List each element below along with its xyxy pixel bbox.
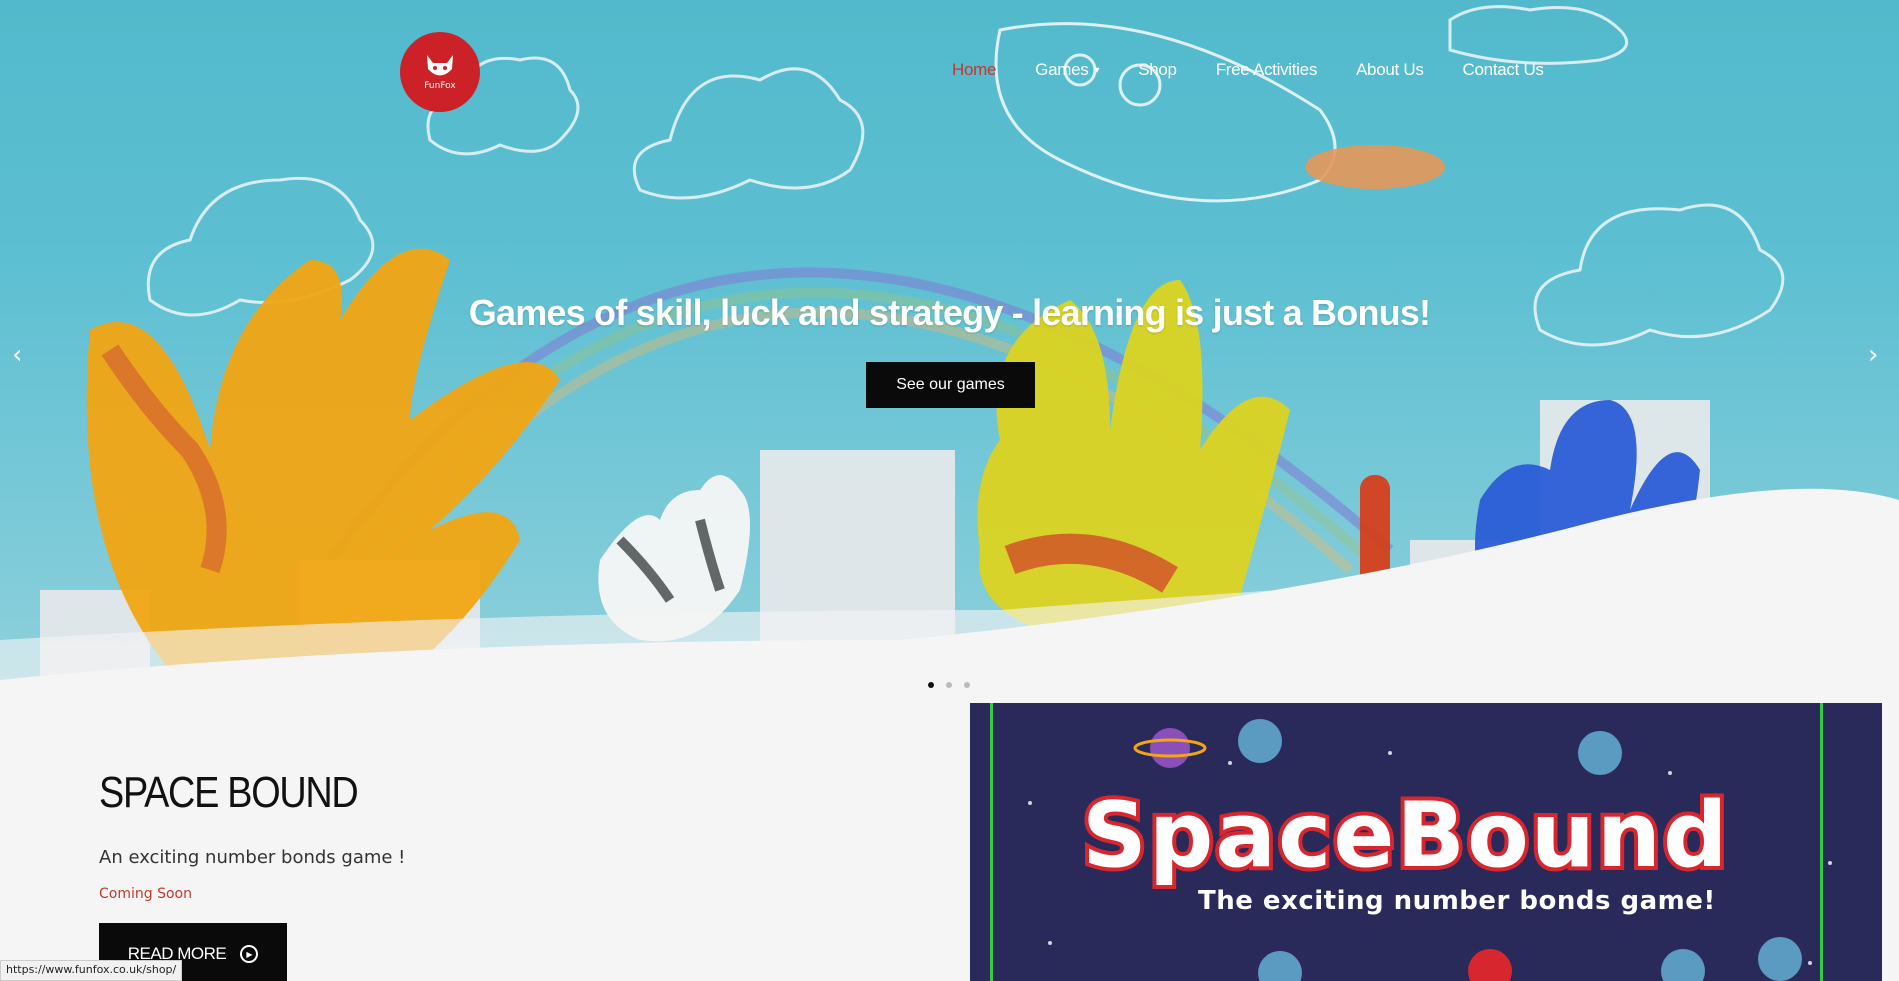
see-games-button[interactable]: See our games [866, 362, 1035, 408]
nav-shop[interactable]: Shop [1138, 60, 1177, 80]
page: FunFox Home Games ▾ Shop Free Activities … [0, 0, 1899, 981]
hero-headline: Games of skill, luck and strategy - lear… [468, 292, 1431, 333]
slider-dot[interactable] [964, 682, 970, 688]
chevron-left-icon[interactable]: ‹ [12, 340, 22, 370]
funfox-logo[interactable]: FunFox [400, 32, 480, 112]
slider-dot[interactable] [928, 682, 934, 688]
hero-slider: FunFox Home Games ▾ Shop Free Activities … [0, 0, 1899, 690]
nav-home[interactable]: Home [952, 60, 996, 80]
hero-illustration [0, 5, 1899, 690]
nav-games-label: Games [1035, 60, 1089, 79]
feature-title: SPACE BOUND [99, 768, 359, 817]
chevron-right-icon[interactable]: › [1868, 340, 1878, 370]
spacebound-logo-text: SpaceBound [1078, 779, 1731, 892]
fox-icon [427, 55, 453, 76]
slider-dots [928, 682, 970, 688]
feature-status: Coming Soon [99, 886, 192, 902]
status-bar-url: https://www.funfox.co.uk/shop/ [0, 960, 183, 981]
spacebound-tagline: The exciting number bonds game! [1198, 886, 1716, 916]
nav-contact-us[interactable]: Contact Us [1463, 60, 1544, 80]
logo-text: FunFox [424, 81, 456, 91]
nav-about-us[interactable]: About Us [1356, 60, 1424, 80]
play-icon: ▶ [240, 945, 259, 963]
nav-games[interactable]: Games ▾ [1035, 60, 1099, 80]
feature-description: An exciting number bonds game ! [99, 847, 406, 868]
spacebound-product-image[interactable]: SpaceBound The exciting number bonds gam… [970, 703, 1882, 981]
main-nav: Home Games ▾ Shop Free Activities About U… [952, 60, 1583, 80]
slider-dot[interactable] [946, 682, 952, 688]
nav-free-activities[interactable]: Free Activities [1216, 60, 1318, 80]
chevron-down-icon: ▾ [1094, 64, 1100, 76]
